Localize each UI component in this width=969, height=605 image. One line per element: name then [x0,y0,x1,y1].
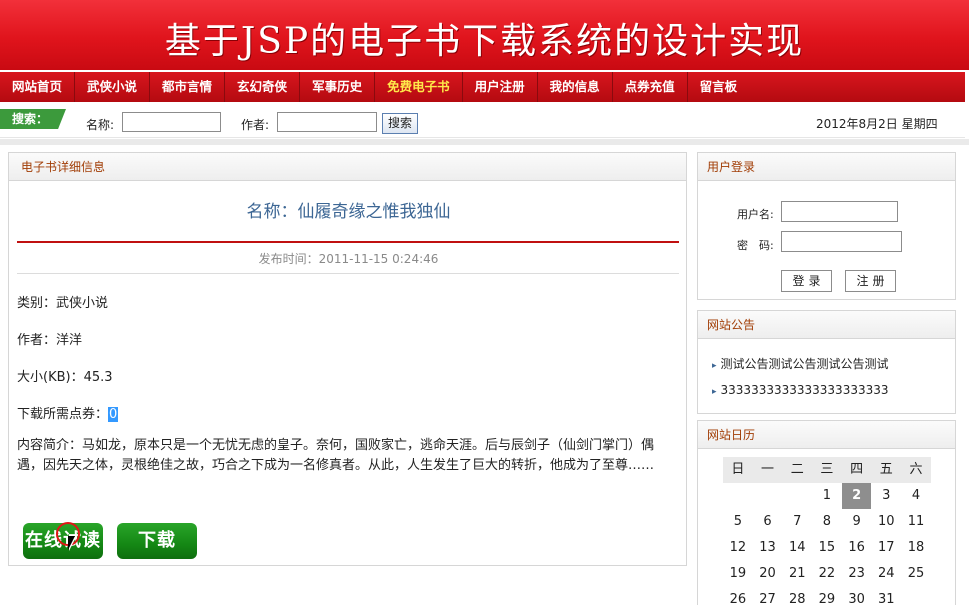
calendar-day[interactable]: 7 [782,509,812,535]
notice-item[interactable]: ▸ 3333333333333333333333 [712,383,889,397]
login-panel: 用户登录 用户名: 密 码: 登录 注册 [697,152,956,300]
chevron-right-icon: ▸ [712,361,717,371]
title-divider [17,241,679,243]
calendar-day[interactable]: 27 [753,587,783,605]
notice-panel: 网站公告 ▸ 测试公告测试公告测试公告测试 ▸ 333333333333333333… [697,310,956,414]
calendar-day[interactable]: 31 [871,587,901,605]
calendar-weekday: 二 [782,457,813,483]
site-banner: 基于JSP的电子书下载系统的设计实现 [0,0,969,70]
calendar-day[interactable]: 12 [723,535,753,561]
calendar-day[interactable]: 14 [782,535,812,561]
search-name-input[interactable] [122,112,221,132]
calendar-weekday: 六 [901,457,931,483]
calendar-day[interactable]: 15 [812,535,842,561]
nav-item-register[interactable]: 用户注册 [463,72,538,102]
calendar-panel-title: 网站日历 [698,421,955,449]
password-label: 密 码: [737,239,774,252]
calendar-day[interactable]: 23 [842,561,872,587]
nav-item-guestbook[interactable]: 留言板 [688,72,750,102]
calendar-day[interactable]: 16 [842,535,872,561]
calendar-day[interactable]: 9 [842,509,872,535]
search-bar: 搜索： 名称: 作者: 搜索 2012年8月2日 星期四 [0,104,965,138]
calendar-day[interactable]: 28 [782,587,812,605]
nav-item-romance[interactable]: 都市言情 [150,72,226,102]
calendar-day[interactable]: 20 [753,561,783,587]
publish-time: 发布时间：2011-11-15 0:24:46 [258,252,439,266]
calendar-day[interactable]: 29 [812,587,842,605]
calendar-weekday: 一 [752,457,783,483]
calendar-grid: 日一二三四五六 1 2 3 4 5 6 7 8 9 10 11 12 13 14 15 16 17 18 19 20 21… [723,457,931,605]
calendar-day[interactable]: 17 [871,535,901,561]
chevron-right-icon: ▸ [712,387,717,397]
book-author: 作者：洋洋 [17,333,83,348]
calendar-weekday: 三 [812,457,842,483]
current-date: 2012年8月2日 星期四 [816,117,938,131]
calendar-day[interactable]: 11 [901,509,931,535]
nav-item-fantasy[interactable]: 玄幻奇侠 [225,72,301,102]
calendar-day[interactable]: 19 [723,561,753,587]
calendar-day[interactable]: 24 [871,561,901,587]
points-label: 下载所需点券： [17,407,109,422]
calendar-day[interactable]: 18 [901,535,931,561]
calendar-day[interactable]: 6 [753,509,783,535]
points-value: 0 [108,407,119,422]
calendar-day[interactable]: 5 [723,509,753,535]
search-tag: 搜索： [0,109,66,129]
search-author-input[interactable] [277,112,377,132]
book-category: 类别：武侠小说 [17,296,109,311]
calendar-day [782,483,812,509]
book-summary: 内容简介：马如龙，原本只是一个无忧无虑的皇子。奈何，国败家亡，逃命天涯。后与辰剑… [17,438,655,473]
calendar-day[interactable]: 30 [842,587,872,605]
calendar-day[interactable]: 8 [812,509,842,535]
calendar-day[interactable]: 13 [753,535,783,561]
calendar-today[interactable]: 2 [841,483,872,509]
calendar-weekday: 四 [841,457,872,483]
calendar-day [901,587,931,605]
nav-item-home[interactable]: 网站首页 [0,72,76,102]
calendar-weekday: 日 [723,457,753,483]
nav-item-my-info[interactable]: 我的信息 [538,72,613,102]
login-button[interactable]: 登录 [781,270,832,292]
calendar-day[interactable]: 25 [901,561,931,587]
search-name-label: 名称: [86,118,115,132]
site-title: 基于JSP的电子书下载系统的设计实现 [164,21,805,62]
divider-stripe [0,139,969,145]
login-panel-title: 用户登录 [698,153,955,181]
download-button[interactable]: 下载 [117,523,197,559]
calendar-day[interactable]: 1 [812,483,842,509]
calendar-panel: 网站日历 日一二三四五六 1 2 3 4 5 6 7 8 9 10 11 12 13 14 15 16 17 18 1… [697,420,956,605]
mouse-cursor-icon [68,536,75,550]
register-button[interactable]: 注册 [845,270,896,292]
notice-item-text: 测试公告测试公告测试公告测试 [720,357,889,371]
calendar-day[interactable]: 22 [812,561,842,587]
password-input[interactable] [781,231,902,252]
calendar-day [753,483,783,509]
calendar-day[interactable]: 3 [871,483,901,509]
calendar-day [723,483,753,509]
calendar-day[interactable]: 21 [782,561,812,587]
ebook-detail-panel: 电子书详细信息 名称：仙履奇缘之惟我独仙 发布时间：2011-11-15 0:2… [8,152,687,566]
search-author-label: 作者: [241,118,270,132]
book-size: 大小(KB)：45.3 [17,370,113,385]
username-input[interactable] [781,201,898,222]
calendar-day[interactable]: 26 [723,587,753,605]
nav-item-military[interactable]: 军事历史 [300,72,376,102]
main-nav: 网站首页 武侠小说 都市言情 玄幻奇侠 军事历史 免费电子书 用户注册 我的信息… [0,72,965,102]
notice-item-text: 3333333333333333333333 [720,383,889,397]
username-label: 用户名: [737,208,774,221]
nav-item-wuxia[interactable]: 武侠小说 [75,72,151,102]
notice-panel-title: 网站公告 [698,311,955,339]
panel-title: 电子书详细信息 [9,153,686,181]
meta-divider [17,273,679,274]
calendar-day[interactable]: 10 [871,509,901,535]
notice-item[interactable]: ▸ 测试公告测试公告测试公告测试 [712,355,889,372]
nav-item-recharge[interactable]: 点券充值 [613,72,688,102]
nav-item-free-ebooks[interactable]: 免费电子书 [375,72,463,102]
calendar-day[interactable]: 4 [901,483,931,509]
calendar-weekday: 五 [871,457,902,483]
search-button[interactable]: 搜索 [382,113,418,134]
book-title: 名称：仙履奇缘之惟我独仙 [246,202,451,222]
book-points: 下载所需点券：0 [17,403,119,422]
